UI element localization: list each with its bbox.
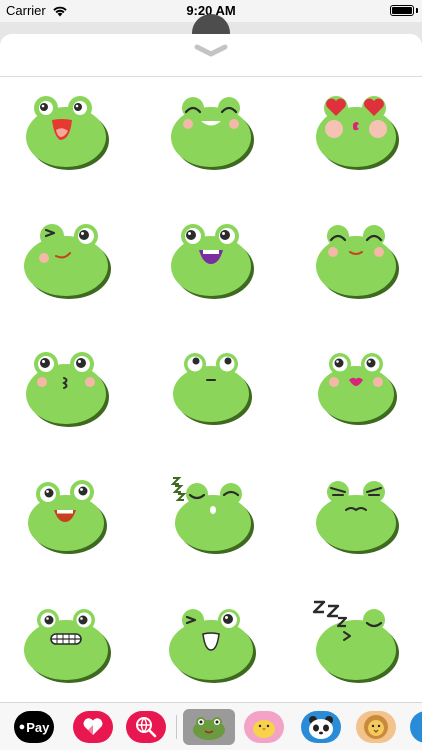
apple-pay-app[interactable]: ● Pay — [14, 711, 54, 743]
frog-icon — [193, 717, 225, 740]
digital-touch-app[interactable] — [73, 711, 113, 743]
frog-sticker-laughing[interactable] — [16, 84, 116, 174]
frog-sticker-grinning[interactable] — [161, 212, 261, 302]
frog-sticker-heart-eyes[interactable] — [306, 84, 406, 174]
frog-sticker-wink-laugh[interactable] — [161, 596, 261, 686]
heart-hand-icon — [83, 718, 103, 735]
app-drawer-separator — [176, 715, 177, 739]
frog-sticker-grimace[interactable] — [16, 596, 116, 686]
sticker-grid — [0, 84, 422, 696]
globe-search-icon — [136, 717, 157, 738]
frog-sticker-app[interactable] — [183, 709, 235, 745]
frog-sticker-kissing[interactable] — [16, 340, 116, 430]
chick-icon — [253, 720, 275, 738]
frog-sticker-sleepy[interactable] — [161, 468, 261, 558]
chevron-down-icon[interactable] — [193, 44, 229, 58]
battery-cap — [416, 8, 418, 13]
chick-sticker-app[interactable] — [244, 711, 284, 743]
sheet-divider — [0, 76, 422, 77]
frog-sticker-neutral[interactable] — [161, 340, 261, 430]
frog-sticker-winking[interactable] — [16, 212, 116, 302]
lion-icon — [364, 715, 388, 739]
apple-icon: ● — [18, 721, 26, 733]
panda-sticker-app[interactable] — [301, 711, 341, 743]
panda-icon — [309, 716, 333, 739]
frog-sticker-smiling[interactable] — [161, 84, 261, 174]
apple-pay-label: Pay — [26, 719, 50, 735]
frog-sticker-sleeping[interactable] — [306, 596, 406, 686]
more-app[interactable] — [410, 711, 422, 743]
frog-sticker-pink-lips[interactable] — [306, 340, 406, 430]
frog-sticker-annoyed[interactable] — [306, 468, 406, 558]
frog-sticker-content[interactable] — [306, 212, 406, 302]
frog-sticker-happy-grin[interactable] — [16, 468, 116, 558]
sticker-sheet — [0, 34, 422, 702]
web-search-app[interactable] — [126, 711, 166, 743]
lion-sticker-app[interactable] — [356, 711, 396, 743]
imessage-app-drawer: ● Pay — [0, 702, 422, 750]
battery-icon — [390, 5, 414, 16]
